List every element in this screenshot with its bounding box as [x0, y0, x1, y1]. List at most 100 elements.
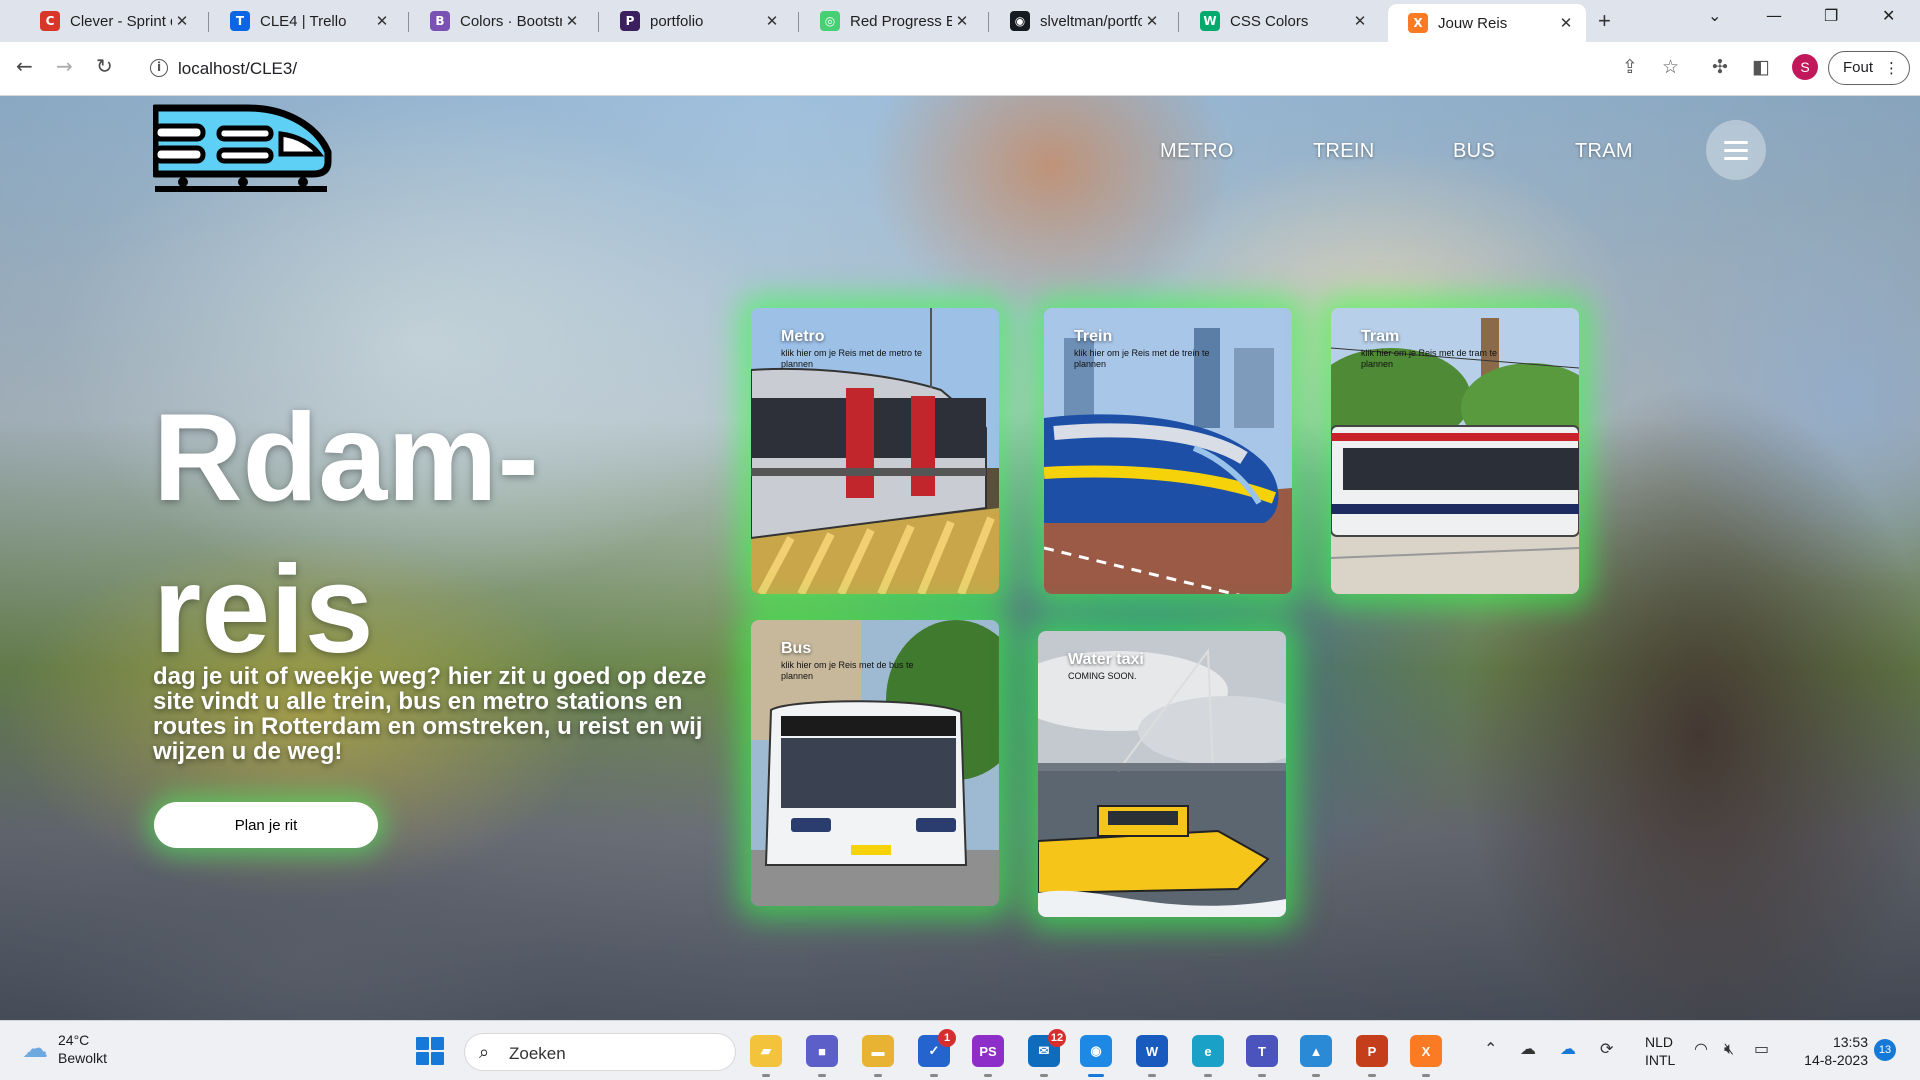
- running-indicator: [930, 1074, 938, 1077]
- close-tab-icon[interactable]: ✕: [372, 12, 392, 30]
- browser-tab[interactable]: ◉ slveltman/portfol ✕: [990, 4, 1172, 38]
- language-indicator[interactable]: NLD INTL: [1645, 1033, 1675, 1069]
- browser-tab[interactable]: B Colors · Bootstrap✕: [410, 4, 592, 38]
- show-hidden-icons-chevron-icon[interactable]: ⌃: [1484, 1039, 1497, 1058]
- mail-app-glyph: ✉: [1038, 1043, 1050, 1058]
- browser-tab[interactable]: X Jouw Reis ✕: [1388, 4, 1586, 42]
- card-water-taxi[interactable]: Water taxi COMING SOON.: [1038, 631, 1286, 917]
- card-tram-title: Tram: [1361, 328, 1400, 345]
- todo-app-icon[interactable]: ✓ 1: [918, 1029, 956, 1077]
- back-arrow-icon[interactable]: ←: [16, 54, 33, 78]
- taskbar-search-placeholder: Zoeken: [509, 1044, 566, 1063]
- phpstorm-app-glyph: PS: [979, 1043, 997, 1059]
- profile-avatar[interactable]: S: [1792, 54, 1818, 80]
- folder-app-icon[interactable]: ▬: [862, 1035, 894, 1077]
- photos-app-icon[interactable]: ▲: [1300, 1035, 1332, 1077]
- new-tab-button[interactable]: +: [1598, 8, 1611, 34]
- close-window-button[interactable]: ✕: [1882, 6, 1895, 25]
- card-tram[interactable]: Tram klik hier om je Reis met de tram te…: [1331, 308, 1579, 594]
- browser-tab-title: Clever - Sprint de: [70, 12, 172, 30]
- powerpoint-app-icon[interactable]: P: [1356, 1035, 1388, 1077]
- browser-toolbar: ← → ↻ i localhost/CLE3/ ⇪ ☆ ✣ ◧ S Fout ⋮: [0, 42, 1920, 96]
- close-tab-icon[interactable]: ✕: [1556, 14, 1576, 32]
- tab-search-chevron-icon[interactable]: ⌄: [1708, 6, 1721, 25]
- clock-date: 14-8-2023: [1804, 1052, 1868, 1068]
- error-button[interactable]: Fout ⋮: [1828, 51, 1910, 85]
- file-explorer-app-icon[interactable]: ▰: [750, 1035, 782, 1077]
- app-badge: 1: [938, 1029, 956, 1047]
- language-primary: NLD: [1645, 1034, 1674, 1050]
- phpstorm-app-icon[interactable]: PS: [972, 1035, 1004, 1077]
- menu-dots-icon: ⋮: [1884, 59, 1899, 77]
- reload-icon[interactable]: ↻: [96, 54, 113, 78]
- trello-favicon-icon: T: [230, 11, 250, 31]
- nav-link-metro[interactable]: METRO: [1160, 140, 1234, 163]
- weather-widget[interactable]: ☁ 24°C Bewolkt: [22, 1031, 107, 1067]
- chrome-app-icon[interactable]: ◉: [1080, 1035, 1112, 1077]
- teams-app-icon[interactable]: T: [1246, 1035, 1278, 1077]
- minimize-button[interactable]: —: [1766, 6, 1782, 25]
- card-water-taxi-subtitle: COMING SOON.: [1068, 671, 1137, 681]
- nav-link-trein[interactable]: TREIN: [1313, 140, 1375, 163]
- tab-separator: [988, 12, 989, 32]
- train-logo-icon[interactable]: [153, 100, 333, 200]
- running-indicator: [1368, 1074, 1376, 1077]
- browser-tab[interactable]: W CSS Colors ✕: [1180, 4, 1380, 38]
- todo-app-glyph: ✓: [928, 1043, 940, 1058]
- xampp-app-glyph: X: [1421, 1043, 1431, 1059]
- extensions-puzzle-icon[interactable]: ✣: [1712, 56, 1728, 78]
- sync-icon[interactable]: ⟳: [1600, 1039, 1613, 1058]
- nav-link-tram[interactable]: TRAM: [1575, 140, 1633, 163]
- taskbar-search[interactable]: ⌕ Zoeken: [464, 1033, 736, 1071]
- plan-trip-button[interactable]: Plan je rit: [154, 802, 378, 848]
- card-bus[interactable]: Bus klik hier om je Reis met de bus te p…: [751, 620, 999, 906]
- teams-video-app-icon[interactable]: ■: [806, 1035, 838, 1077]
- close-tab-icon[interactable]: ✕: [172, 12, 192, 30]
- wifi-icon[interactable]: ◠: [1694, 1039, 1708, 1058]
- site-info-icon[interactable]: i: [150, 59, 168, 77]
- browser-tab[interactable]: Pportfolio ✕: [600, 4, 792, 38]
- speaker-mute-icon[interactable]: 🔇︎: [1724, 1039, 1734, 1059]
- bookmark-star-icon[interactable]: ☆: [1662, 56, 1679, 78]
- system-clock[interactable]: 13:53 14-8-2023: [1796, 1033, 1868, 1069]
- clever-favicon-icon: C: [40, 11, 60, 31]
- browser-tab[interactable]: ◎ Red Progress Bar✕: [800, 4, 982, 38]
- restore-button[interactable]: ❐: [1824, 6, 1838, 25]
- tab-separator: [408, 12, 409, 32]
- powerpoint-app-glyph: P: [1367, 1043, 1377, 1059]
- share-icon[interactable]: ⇪: [1622, 56, 1638, 78]
- forward-arrow-icon[interactable]: →: [56, 54, 73, 78]
- browser-tab[interactable]: T CLE4 | Trello ✕: [210, 4, 402, 38]
- address-bar[interactable]: i localhost/CLE3/: [140, 50, 1840, 88]
- windows-start-icon[interactable]: [416, 1037, 444, 1065]
- search-icon: ⌕: [479, 1042, 490, 1063]
- onedrive-cloud-icon[interactable]: ☁: [1520, 1039, 1536, 1058]
- close-tab-icon[interactable]: ✕: [1350, 12, 1370, 30]
- close-tab-icon[interactable]: ✕: [952, 12, 972, 30]
- running-indicator: [762, 1074, 770, 1077]
- tab-separator: [598, 12, 599, 32]
- close-tab-icon[interactable]: ✕: [562, 12, 582, 30]
- word-app-icon[interactable]: W: [1136, 1035, 1168, 1077]
- hamburger-menu-icon[interactable]: [1706, 120, 1766, 180]
- side-panel-icon[interactable]: ◧: [1752, 56, 1770, 78]
- running-indicator: [984, 1074, 992, 1077]
- notification-badge[interactable]: 13: [1874, 1039, 1896, 1061]
- close-tab-icon[interactable]: ✕: [762, 12, 782, 30]
- nav-link-bus[interactable]: BUS: [1453, 140, 1495, 163]
- xampp-app-icon[interactable]: X: [1410, 1035, 1442, 1077]
- onedrive-blue-icon[interactable]: ☁: [1560, 1039, 1576, 1058]
- browser-tab-title: Jouw Reis: [1438, 14, 1508, 32]
- browser-tab-strip: + ⌄ — ❐ ✕ CClever - Sprint de✕TCLE4 | Tr…: [0, 0, 1920, 42]
- browser-tab[interactable]: C Clever - Sprint de✕: [20, 4, 202, 38]
- card-trein[interactable]: Trein klik hier om je Reis met de trein …: [1044, 308, 1292, 594]
- mail-app-icon[interactable]: ✉ 12: [1028, 1029, 1066, 1077]
- battery-icon[interactable]: ▭: [1754, 1039, 1769, 1058]
- w3schools-favicon-icon: W: [1200, 11, 1220, 31]
- close-tab-icon[interactable]: ✕: [1142, 12, 1162, 30]
- card-metro[interactable]: Metro klik hier om je Reis met de metro …: [751, 308, 999, 594]
- running-indicator: [874, 1074, 882, 1077]
- edge-app-icon[interactable]: e: [1192, 1035, 1224, 1077]
- card-trein-subtitle: klik hier om je Reis met de trein te pla…: [1074, 348, 1210, 369]
- browser-tab-title: portfolio: [650, 12, 704, 30]
